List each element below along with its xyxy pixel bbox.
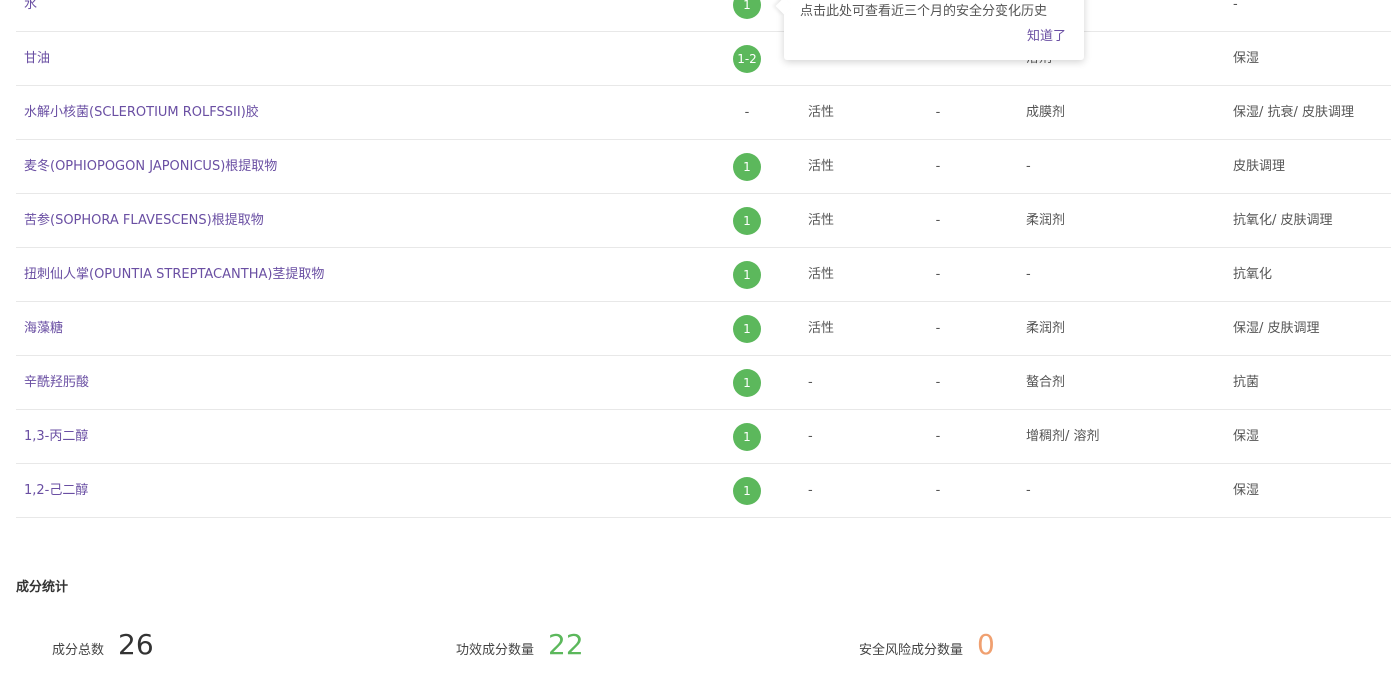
safety-score-badge[interactable]: 1 [733,314,761,343]
effect-cell: - [1233,0,1238,12]
ingredient-link[interactable]: 1,3-丙二醇 [24,429,88,444]
ingredient-name-cell: 1,3-丙二醇 [24,410,88,463]
effect-cell: 保湿/ 抗衰/ 皮肤调理 [1233,105,1355,120]
safety-score-cell: 1 [733,464,761,517]
stat-effect-label: 功效成分数量 [456,643,535,658]
safety-score-badge[interactable]: 1 [733,476,761,505]
safety-score-badge[interactable]: 1 [733,152,761,181]
stat-effect: 功效成分数量 22 [456,628,584,661]
active-cell: 活性 [808,321,835,336]
ingredient-name-cell: 1,2-己二醇 [24,464,88,517]
stat-risk: 安全风险成分数量 0 [859,628,995,661]
ingredient-name-cell: 辛酰羟肟酸 [24,356,89,409]
stat-effect-value: 22 [548,628,584,661]
effect-cell: 抗氧化 [1233,267,1273,282]
tooltip-message: 点击此处可查看近三个月的安全分变化历史 [800,4,1048,19]
ingredient-link[interactable]: 1,2-己二醇 [24,483,88,498]
stat-total-value: 26 [118,628,154,661]
purpose-cell: 成膜剂 [1026,105,1066,120]
ingredient-link[interactable]: 扭刺仙人掌(OPUNTIA STREPTACANTHA)茎提取物 [24,267,324,282]
safety-score-cell: 1 [733,0,761,31]
stat-risk-label: 安全风险成分数量 [859,643,964,658]
active-cell: 活性 [808,159,835,174]
purpose-cell: - [1026,483,1031,498]
effect-cell: 皮肤调理 [1233,159,1286,174]
table-row: 1,2-己二醇 1 - - - 保湿 [16,464,1391,518]
purpose-cell: 螯合剂 [1026,375,1066,390]
risk-cell: - [935,213,941,228]
purpose-cell: 柔润剂 [1026,321,1066,336]
table-row: 水 1 - [16,0,1391,32]
active-cell: 活性 [808,105,835,120]
table-row: 甘油1-2溶剂保湿 [16,32,1391,86]
safety-score-cell: 1 [733,248,761,301]
effect-cell: 保湿 [1233,429,1260,444]
risk-cell: - [935,105,941,120]
effect-cell: 保湿 [1233,483,1260,498]
ingredient-name-cell: 麦冬(OPHIOPOGON JAPONICUS)根提取物 [24,140,277,193]
safety-score-cell: 1 [733,140,761,193]
stat-total-label: 成分总数 [52,643,105,658]
table-row: 水解小核菌(SCLEROTIUM ROLFSSII)胶 - 活性 - 成膜剂 保湿/ 抗衰… [16,86,1391,140]
ingredient-name-cell: 海藻糖 [24,302,63,355]
effect-cell: 保湿 [1233,51,1260,66]
ingredient-name-cell: 甘油 [24,32,50,85]
ingredient-table: 水1-甘油1-2溶剂保湿水解小核菌(SCLEROTIUM ROLFSSII)胶-… [16,0,1391,518]
tooltip-confirm-button[interactable]: 知道了 [1027,25,1066,44]
risk-cell: - [935,375,941,390]
safety-score-badge[interactable]: 1 [733,0,761,19]
active-cell: - [808,429,813,444]
table-row: 苦参(SOPHORA FLAVESCENS)根提取物 1 活性 - 柔润剂 抗氧化/ 皮肤… [16,194,1391,248]
ingredient-link[interactable]: 甘油 [24,51,50,66]
safety-score-cell: 1 [733,302,761,355]
purpose-cell: - [1026,159,1031,174]
stat-total: 成分总数 26 [52,628,154,661]
ingredient-link[interactable]: 辛酰羟肟酸 [24,375,89,390]
safety-score-badge[interactable]: 1 [733,260,761,289]
safety-score-cell: 1 [733,194,761,247]
purpose-cell: 柔润剂 [1026,213,1066,228]
table-row: 扭刺仙人掌(OPUNTIA STREPTACANTHA)茎提取物 1 活性 - - 抗氧化 [16,248,1391,302]
ingredient-name-cell: 苦参(SOPHORA FLAVESCENS)根提取物 [24,194,264,247]
risk-cell: - [935,321,941,336]
ingredient-name-cell: 水解小核菌(SCLEROTIUM ROLFSSII)胶 [24,86,259,139]
stats-title: 成分统计 [16,580,69,595]
risk-cell: - [935,429,941,444]
safety-score-text: - [744,105,750,120]
risk-cell: - [935,159,941,174]
active-cell: - [808,375,813,390]
purpose-cell: - [1026,267,1031,282]
effect-cell: 保湿/ 皮肤调理 [1233,321,1320,336]
ingredient-link[interactable]: 苦参(SOPHORA FLAVESCENS)根提取物 [24,213,264,228]
safety-score-cell: - [733,86,761,139]
safety-score-badge[interactable]: 1 [733,422,761,451]
active-cell: - [808,483,813,498]
score-history-tooltip: 点击此处可查看近三个月的安全分变化历史 知道了 [775,0,1084,60]
safety-score-cell: 1 [733,410,761,463]
effect-cell: 抗氧化/ 皮肤调理 [1233,213,1333,228]
effect-cell: 抗菌 [1233,375,1260,390]
ingredient-name-cell: 水 [24,0,37,31]
active-cell: 活性 [808,267,835,282]
table-row: 辛酰羟肟酸 1 - - 螯合剂 抗菌 [16,356,1391,410]
stat-risk-value: 0 [977,628,995,661]
risk-cell: - [935,267,941,282]
purpose-cell: 增稠剂/ 溶剂 [1026,429,1100,444]
ingredient-link[interactable]: 麦冬(OPHIOPOGON JAPONICUS)根提取物 [24,159,277,174]
safety-score-badge[interactable]: 1-2 [733,44,761,73]
safety-score-cell: 1-2 [733,32,761,85]
safety-score-cell: 1 [733,356,761,409]
table-row: 海藻糖 1 活性 - 柔润剂 保湿/ 皮肤调理 [16,302,1391,356]
safety-score-badge[interactable]: 1 [733,206,761,235]
active-cell: 活性 [808,213,835,228]
ingredient-link[interactable]: 水解小核菌(SCLEROTIUM ROLFSSII)胶 [24,105,259,120]
ingredient-link[interactable]: 海藻糖 [24,321,63,336]
risk-cell: - [935,483,941,498]
table-row: 麦冬(OPHIOPOGON JAPONICUS)根提取物 1 活性 - - 皮肤调理 [16,140,1391,194]
ingredient-link[interactable]: 水 [24,0,37,12]
table-row: 1,3-丙二醇 1 - - 增稠剂/ 溶剂 保湿 [16,410,1391,464]
safety-score-badge[interactable]: 1 [733,368,761,397]
ingredient-name-cell: 扭刺仙人掌(OPUNTIA STREPTACANTHA)茎提取物 [24,248,324,301]
